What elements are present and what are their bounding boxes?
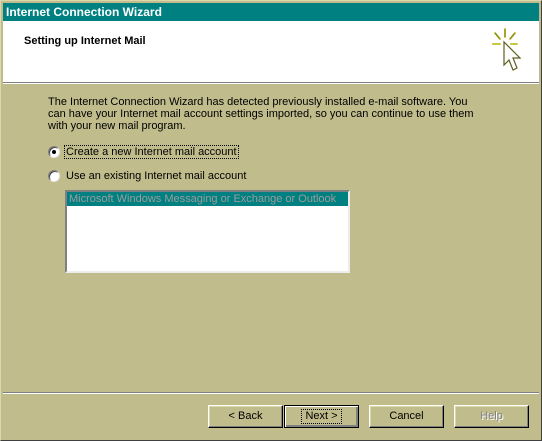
back-button[interactable]: < Back [208,405,283,428]
title-bar[interactable]: Internet Connection Wizard [3,3,539,21]
cancel-button[interactable]: Cancel [369,405,444,428]
header-divider [3,82,539,84]
back-button-label: < Back [228,410,263,422]
wizard-header: Setting up Internet Mail [3,21,539,82]
footer-divider [3,392,539,394]
create-new-account-option[interactable]: Create a new Internet mail account [48,145,239,159]
next-button[interactable]: Next > [284,405,359,428]
radio-selected-dot [52,150,56,154]
help-button[interactable]: Help [454,405,529,428]
create-new-label[interactable]: Create a new Internet mail account [64,145,239,159]
wizard-cursor-icon [492,28,522,71]
help-button-label: Help [480,410,503,422]
page-title: Setting up Internet Mail [24,35,146,47]
radio-use-existing[interactable] [48,170,60,182]
cancel-button-label: Cancel [389,410,424,422]
use-existing-label[interactable]: Use an existing Internet mail account [65,170,247,182]
use-existing-account-option[interactable]: Use an existing Internet mail account [48,169,247,183]
wizard-window: Internet Connection Wizard Setting up In… [0,0,542,441]
existing-accounts-list[interactable]: Microsoft Windows Messaging or Exchange … [65,190,350,273]
next-button-label: Next > [301,409,342,424]
window-title: Internet Connection Wizard [6,5,162,19]
description-text: The Internet Connection Wizard has detec… [48,96,474,132]
list-item[interactable]: Microsoft Windows Messaging or Exchange … [67,192,348,206]
radio-create-new[interactable] [48,146,60,158]
